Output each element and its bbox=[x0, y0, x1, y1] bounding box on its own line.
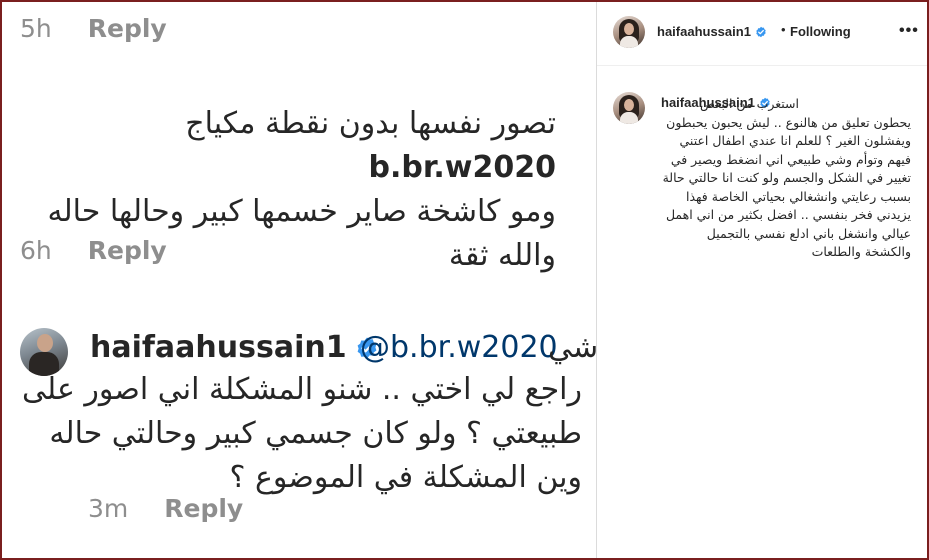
reply-mention-link[interactable]: @b.br.w2020 bbox=[360, 330, 558, 365]
post-panel: haifaahussain1 • Following ••• haifaahus… bbox=[596, 2, 927, 558]
comment-thread-zoom: 5h Reply تصور نفسها بدون نقطة مكياج b.br… bbox=[2, 2, 596, 558]
following-button[interactable]: Following bbox=[790, 24, 851, 39]
post-username[interactable]: haifaahussain1 bbox=[657, 24, 767, 39]
reply-button[interactable]: Reply bbox=[88, 14, 167, 43]
reply-username-label: haifaahussain1 bbox=[90, 330, 347, 365]
avatar[interactable] bbox=[613, 16, 645, 48]
avatar[interactable] bbox=[613, 92, 645, 124]
more-horizontal-icon[interactable]: ••• bbox=[899, 22, 919, 40]
comment-text-part-a: تصور نفسها بدون نقطة مكياج bbox=[185, 106, 556, 141]
reply-text: راجع لي اختي .. شنو المشكلة اني اصور على… bbox=[22, 372, 582, 495]
comment-meta: 6h Reply bbox=[20, 236, 167, 265]
comment-author-mention[interactable]: b.br.w2020 bbox=[369, 150, 556, 185]
post-username-label: haifaahussain1 bbox=[657, 24, 751, 39]
verified-badge-icon bbox=[756, 26, 766, 37]
comment-prev-meta: 5h Reply bbox=[20, 14, 167, 43]
reply-meta: 3m Reply bbox=[88, 494, 243, 523]
reply-lead-word: شي bbox=[548, 330, 596, 365]
comment-time: 6h bbox=[20, 236, 52, 265]
comment-time: 3m bbox=[88, 494, 129, 523]
reply-username[interactable]: haifaahussain1 bbox=[90, 330, 379, 365]
caption-body: استغرب من البعض يحطون تعليق من هالنوع ..… bbox=[662, 96, 911, 259]
post-header: haifaahussain1 • Following ••• bbox=[597, 2, 927, 66]
reply-button[interactable]: Reply bbox=[88, 236, 167, 265]
separator-dot: • bbox=[781, 22, 786, 37]
comment-time: 5h bbox=[20, 14, 52, 43]
reply-button[interactable]: Reply bbox=[164, 494, 243, 523]
caption-text: استغرب من البعض يحطون تعليق من هالنوع ..… bbox=[661, 95, 911, 262]
screenshot-frame: 5h Reply تصور نفسها بدون نقطة مكياج b.br… bbox=[0, 0, 929, 560]
